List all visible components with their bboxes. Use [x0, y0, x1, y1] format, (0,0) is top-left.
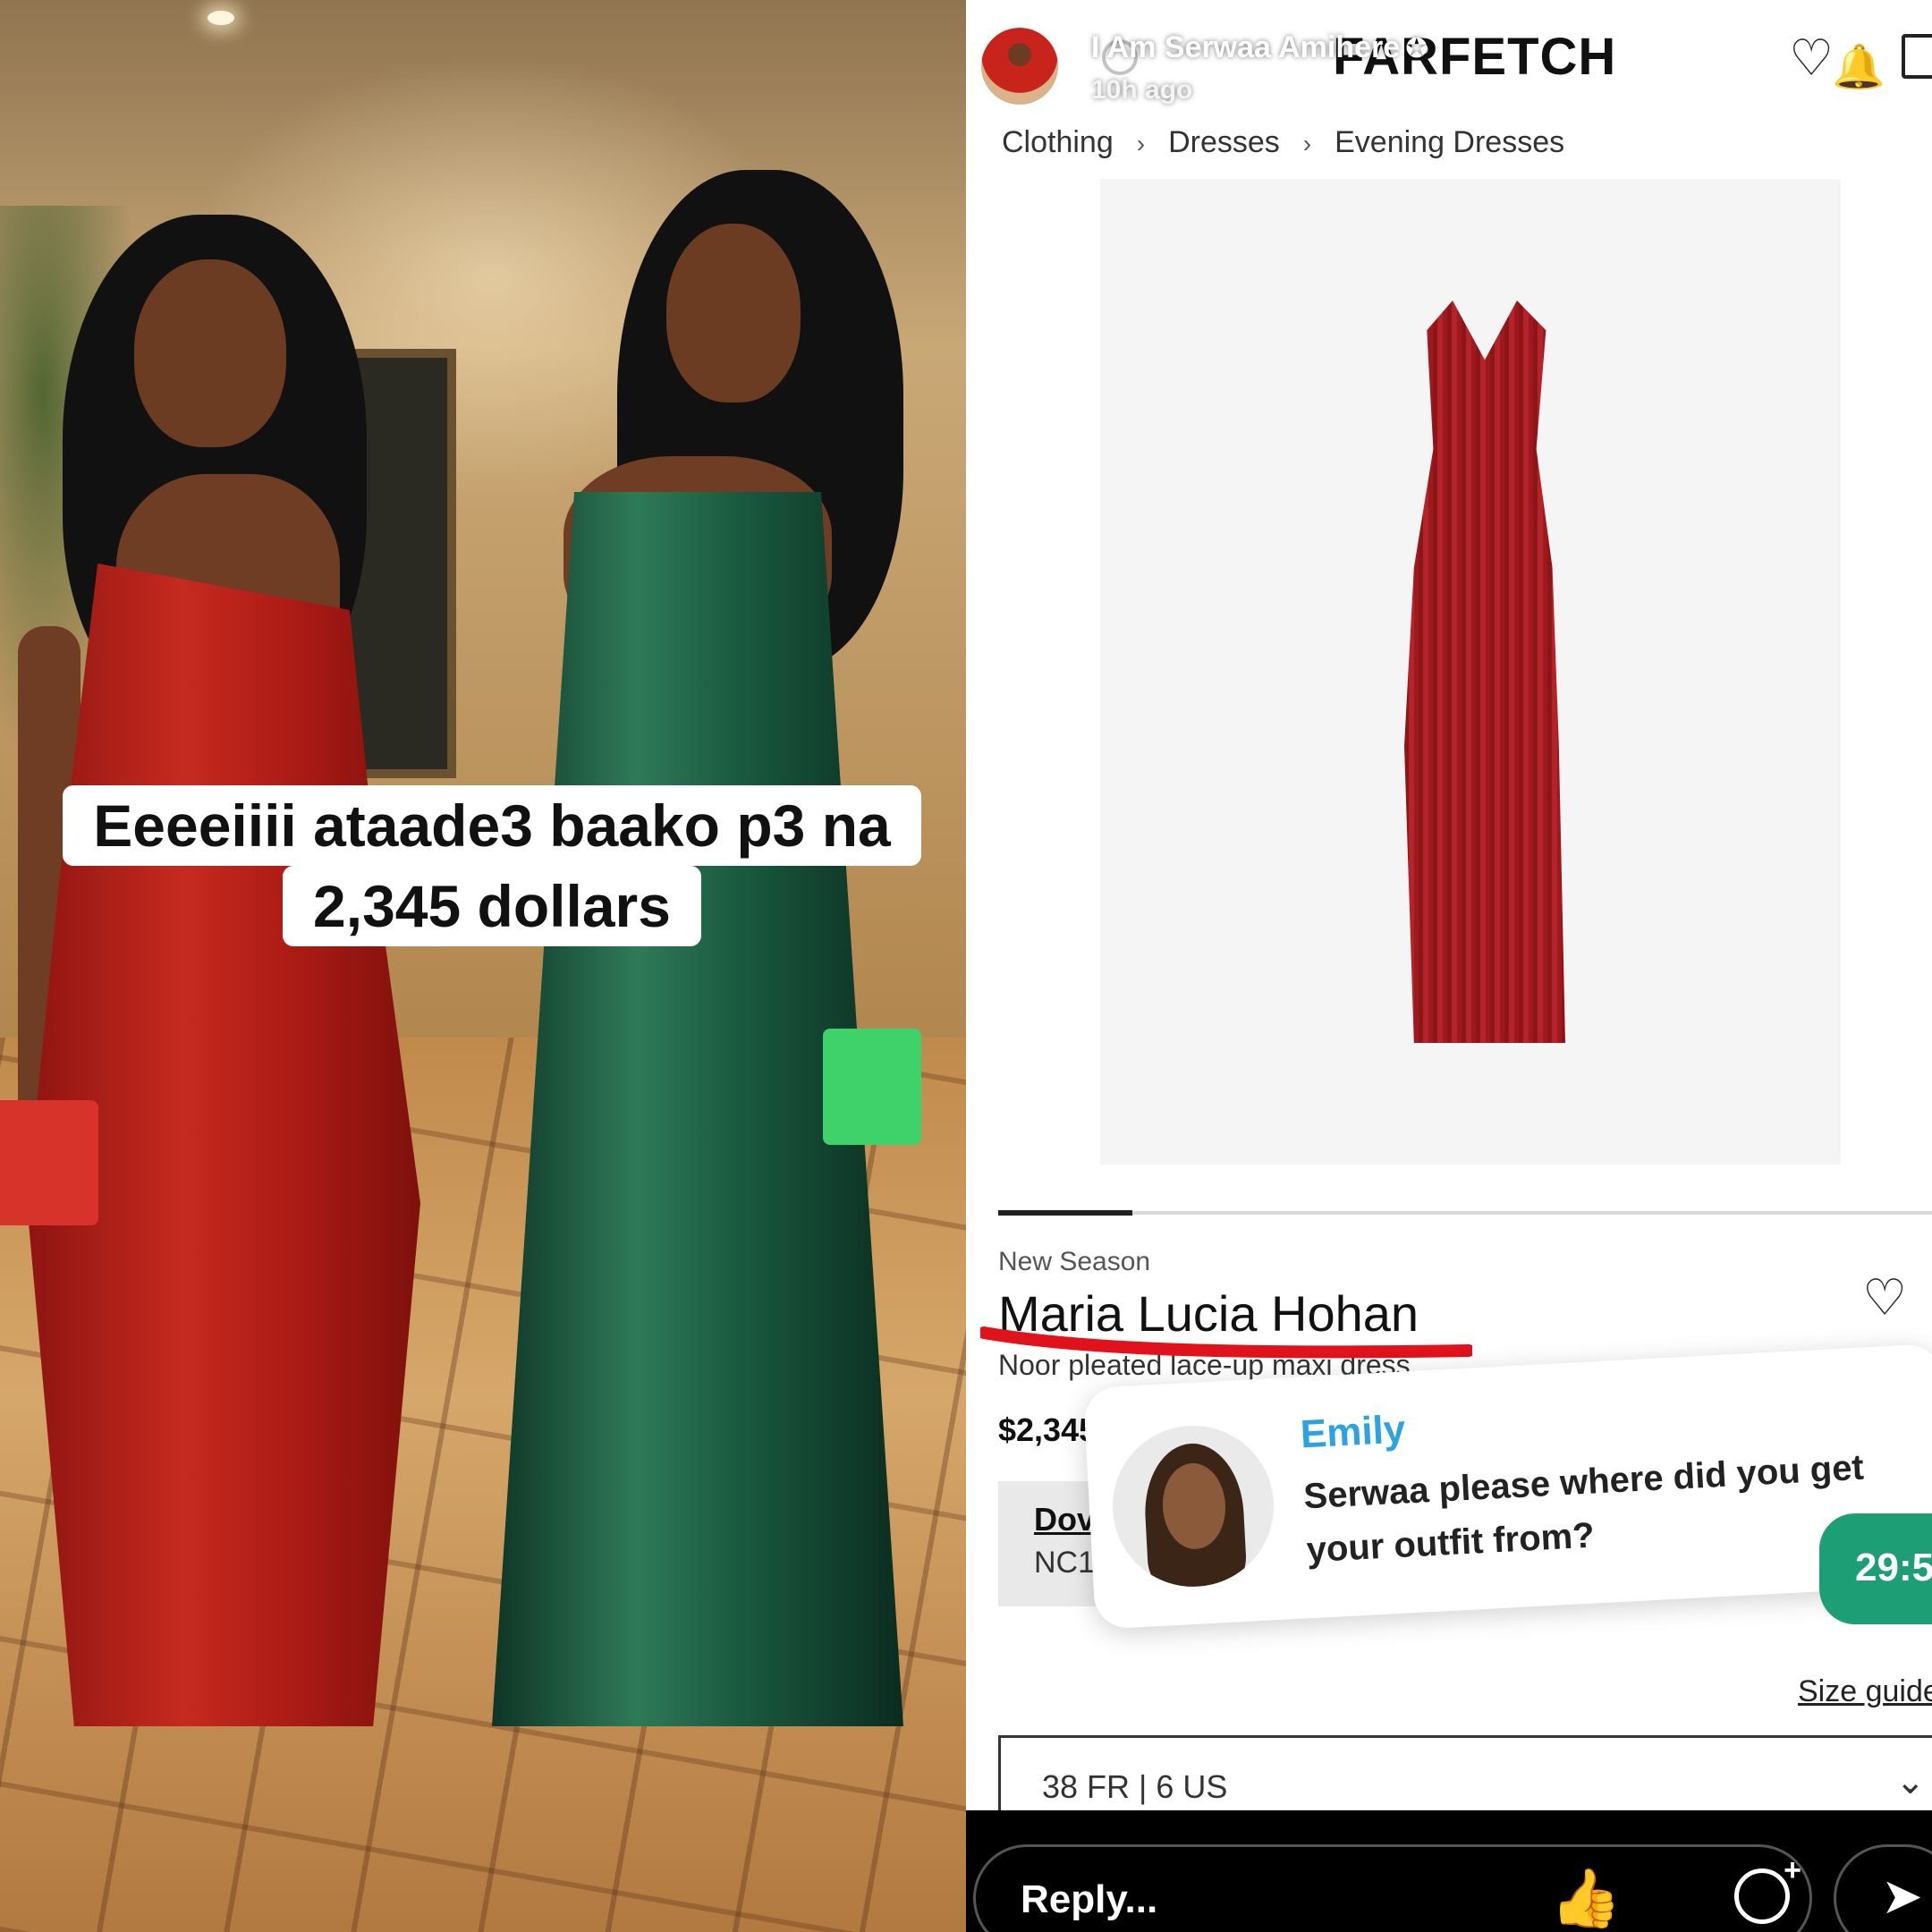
chat-reply-card[interactable]: Emily Serwaa please where did you get yo… — [1082, 1343, 1932, 1630]
reply-placeholder: Reply... — [1021, 1877, 1158, 1921]
breadcrumb: Clothing › Dresses › Evening Dresses — [1002, 125, 1564, 160]
carousel-active-segment — [998, 1210, 1132, 1216]
timer-pill: 29:5 — [1819, 1513, 1932, 1624]
story-header: I Am Serwaa Amihere ✪ 10h ago — [979, 25, 1932, 114]
ceiling-lamp — [208, 11, 234, 25]
reply-bar: Reply... 👍 😂 ➤ — [966, 1810, 1932, 1932]
green-handbag — [823, 1029, 921, 1145]
product-heart-icon: ♡ — [1862, 1269, 1908, 1326]
timer-text: 29:5 — [1855, 1546, 1932, 1589]
breadcrumb-dresses: Dresses — [1168, 125, 1280, 159]
star-badge-icon: ✪ — [1405, 34, 1428, 64]
sticker-add-icon[interactable] — [1734, 1853, 1801, 1924]
woman-green-dress — [465, 170, 930, 1726]
product-image — [1100, 179, 1841, 1165]
laughing-emoji-icon[interactable]: 😂 — [1643, 1865, 1710, 1932]
emily-avatar — [1108, 1421, 1278, 1591]
image-carousel-indicator — [998, 1210, 1932, 1216]
caption-line-1: Eeeeiiii ataade3 baako p3 na — [63, 785, 921, 866]
delivery-code: NC1 — [1034, 1546, 1096, 1580]
woman-red-dress — [0, 206, 465, 1726]
story-username-text: I Am Serwaa Amihere — [1091, 30, 1401, 64]
reply-input[interactable]: Reply... 👍 😂 — [973, 1844, 1812, 1932]
thumbs-up-icon[interactable]: 👍 — [1550, 1865, 1622, 1932]
story-caption: Eeeeiiii ataade3 baako p3 na 2,345 dolla… — [0, 785, 966, 946]
breadcrumb-clothing: Clothing — [1002, 125, 1114, 159]
red-handbag — [0, 1100, 98, 1225]
delivery-title: Dov — [1034, 1501, 1096, 1538]
story-photo: Eeeeiiii ataade3 baako p3 na 2,345 dolla… — [0, 0, 966, 1932]
size-guide-link[interactable]: Size guide — [1798, 1674, 1932, 1709]
send-icon: ➤ — [1881, 1868, 1923, 1924]
breadcrumb-evening-dresses: Evening Dresses — [1335, 125, 1565, 159]
size-select-value: 38 FR | 6 US — [1042, 1768, 1228, 1805]
chat-sender: Emily — [1299, 1407, 1407, 1457]
red-pleated-gown — [1404, 301, 1565, 1043]
breadcrumb-separator: › — [1302, 130, 1312, 157]
red-underline-annotation — [980, 1326, 1472, 1359]
caption-line-2: 2,345 dollars — [283, 866, 701, 946]
send-button[interactable]: ➤ — [1834, 1844, 1932, 1932]
size-select[interactable]: 38 FR | 6 US ⌄ — [998, 1735, 1932, 1810]
product-price: $2,345 — [998, 1411, 1097, 1448]
story-username[interactable]: I Am Serwaa Amihere ✪ — [1091, 30, 1428, 65]
avatar[interactable] — [979, 25, 1061, 107]
breadcrumb-separator: › — [1136, 130, 1146, 157]
season-label: New Season — [998, 1247, 1151, 1276]
chevron-down-icon: ⌄ — [1895, 1762, 1926, 1801]
story-timestamp: 10h ago — [1091, 75, 1193, 105]
